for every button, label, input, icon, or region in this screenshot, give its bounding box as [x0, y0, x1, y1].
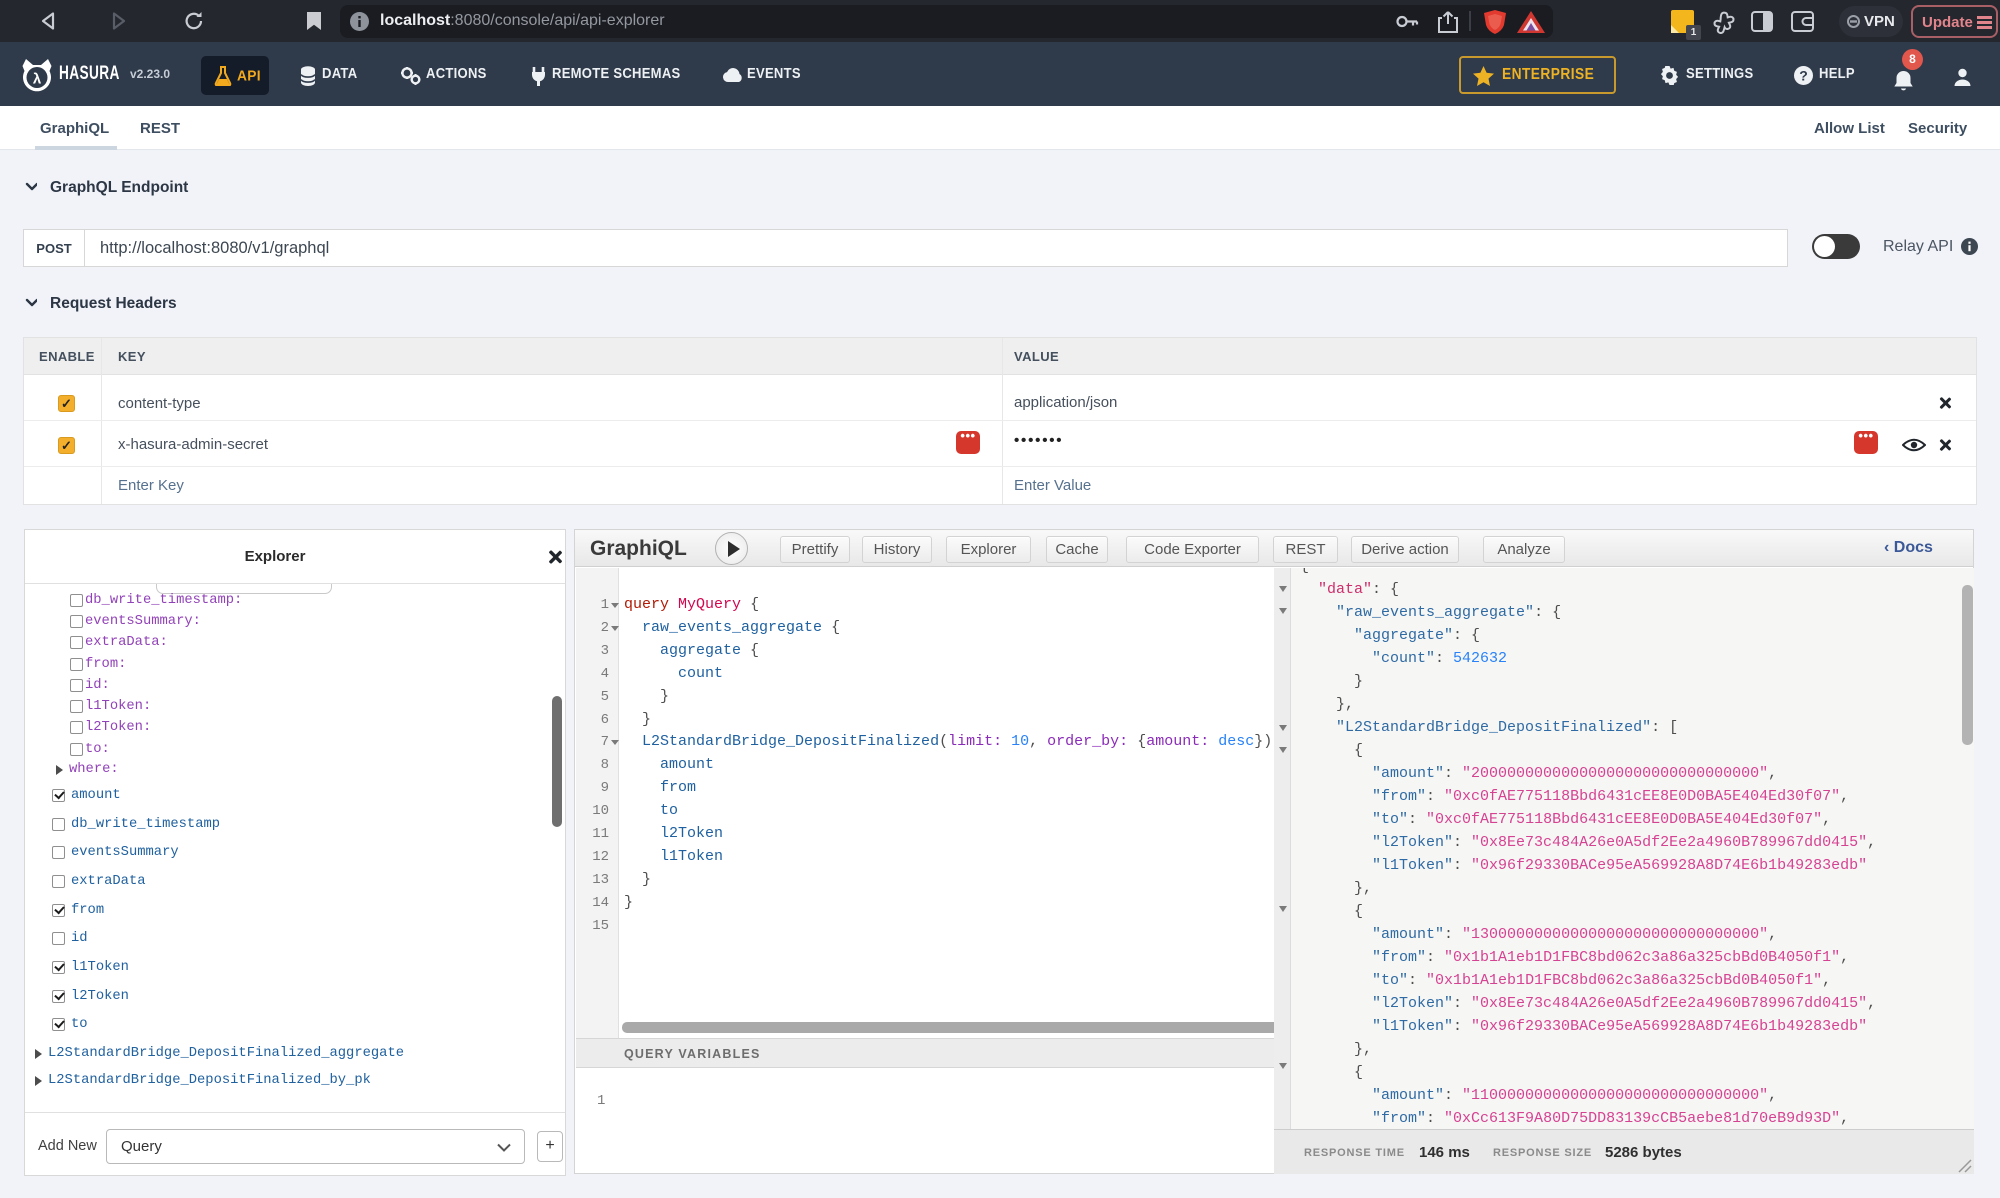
svg-text:?: ?	[1799, 68, 1808, 84]
svg-text:λ: λ	[33, 71, 42, 88]
